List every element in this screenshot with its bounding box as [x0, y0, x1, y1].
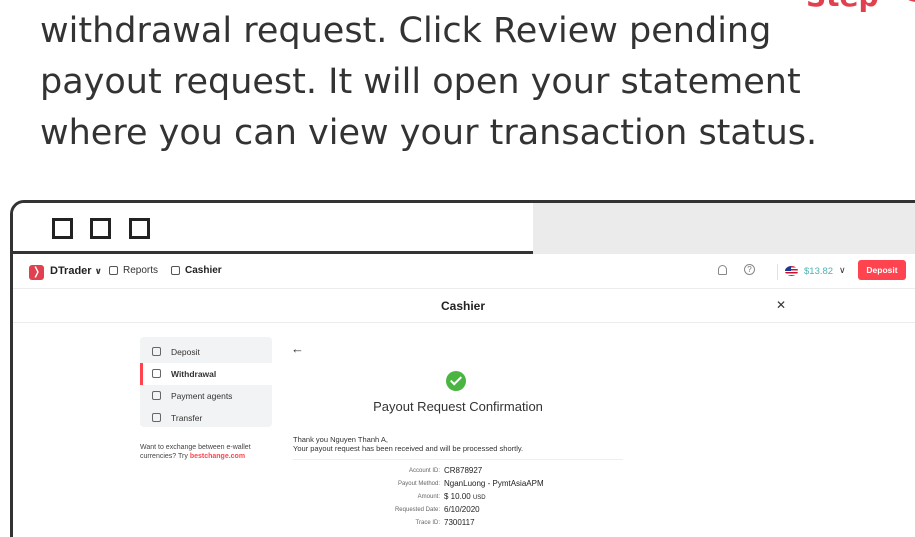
platform-name: DTrader — [50, 265, 92, 277]
window-control-button[interactable] — [90, 218, 111, 239]
detail-row-account-id: Account ID: CR878927 — [313, 465, 628, 477]
deposit-button[interactable]: Deposit — [858, 260, 906, 280]
detail-value: 7300117 — [444, 518, 475, 527]
window-title-bar — [13, 203, 915, 254]
back-arrow-icon[interactable]: ← — [291, 341, 304, 356]
side-item-payment-agents[interactable]: Payment agents — [140, 385, 272, 407]
us-flag-icon[interactable] — [785, 266, 798, 276]
detail-label: Trace ID: — [415, 520, 440, 526]
confirmation-message: Thank you Nguyen Thanh A, Your payout re… — [293, 435, 523, 453]
chevron-down-icon: ∨ — [94, 266, 102, 276]
detail-value: $ 10.00 USD — [444, 491, 486, 504]
detail-value: 6/10/2020 — [444, 505, 480, 514]
nav-reports-label: Reports — [123, 265, 159, 276]
chevron-down-icon[interactable]: ∨ — [839, 265, 846, 276]
account-balance[interactable]: $13.82 — [804, 266, 833, 277]
cashier-title-bar: Cashier ✕ — [13, 290, 915, 323]
bestchange-link[interactable]: bestchange.com — [190, 453, 245, 460]
transfer-icon — [152, 413, 161, 422]
thanks-line: Thank you Nguyen Thanh A, — [293, 435, 388, 444]
platform-switcher[interactable]: DTrader ∨ — [50, 265, 102, 277]
detail-label: Amount: — [417, 494, 440, 500]
step-badge: Step — [800, 0, 915, 24]
browser-window: ❭ DTrader ∨ Reports Cashier ? $13.82 ∨ De… — [10, 200, 915, 537]
withdrawal-icon — [152, 369, 161, 378]
close-icon[interactable]: ✕ — [776, 298, 786, 312]
bell-icon[interactable] — [718, 265, 727, 275]
side-item-transfer[interactable]: Transfer — [140, 407, 272, 429]
header-divider — [777, 264, 778, 280]
nav-reports[interactable]: Reports — [109, 265, 158, 276]
detail-row-requested-date: Requested Date: 6/10/2020 — [313, 504, 628, 516]
nav-cashier[interactable]: Cashier — [171, 265, 222, 276]
reports-icon — [109, 266, 118, 275]
cashier-icon — [171, 266, 180, 275]
window-control-button[interactable] — [129, 218, 150, 239]
nav-cashier-label: Cashier — [185, 265, 222, 276]
cashier-side-menu: Deposit Withdrawal Payment agents Transf… — [140, 337, 272, 427]
confirmation-title: Payout Request Confirmation — [373, 399, 543, 414]
received-line: Your payout request has been received an… — [293, 444, 524, 453]
currency-unit: USD — [472, 495, 486, 501]
help-icon[interactable]: ? — [744, 264, 755, 275]
detail-row-amount: Amount: $ 10.00 USD — [313, 491, 628, 503]
detail-label: Payout Method: — [397, 481, 440, 487]
exchange-note: Want to exchange between e-wallet curren… — [140, 443, 285, 461]
window-control-button[interactable] — [52, 218, 73, 239]
divider — [293, 459, 623, 460]
step-label: Step — [806, 0, 879, 13]
detail-row-payout-method: Payout Method: NganLuong - PymtAsiaAPM — [313, 478, 628, 490]
detail-value: NganLuong - PymtAsiaAPM — [444, 479, 544, 488]
instruction-line-1: withdrawal request. Click Review pending — [40, 11, 772, 51]
side-item-label: Deposit — [171, 347, 200, 357]
deposit-icon — [152, 347, 161, 356]
side-item-label: Transfer — [171, 413, 203, 423]
instruction-line-2: payout request. It will open your statem… — [40, 62, 801, 102]
checkmark-icon — [446, 371, 466, 391]
dtrader-logo-icon[interactable]: ❭ — [29, 265, 44, 280]
step-number-circle — [897, 0, 915, 2]
detail-value: CR878927 — [444, 466, 483, 475]
window-tab-area — [533, 203, 915, 254]
side-item-withdrawal[interactable]: Withdrawal — [140, 363, 272, 385]
detail-row-trace-id: Trace ID: 7300117 — [313, 517, 628, 529]
side-item-label: Withdrawal — [171, 369, 217, 379]
detail-label: Account ID: — [408, 468, 440, 474]
side-item-deposit[interactable]: Deposit — [140, 341, 272, 363]
amount-value: $ 10.00 — [444, 492, 471, 501]
app-header: ❭ DTrader ∨ Reports Cashier ? $13.82 ∨ De… — [13, 257, 915, 289]
payment-agents-icon — [152, 391, 161, 400]
detail-label: Requested Date: — [394, 507, 440, 513]
side-item-label: Payment agents — [171, 391, 233, 401]
instruction-line-3: where you can view your transaction stat… — [40, 113, 818, 153]
